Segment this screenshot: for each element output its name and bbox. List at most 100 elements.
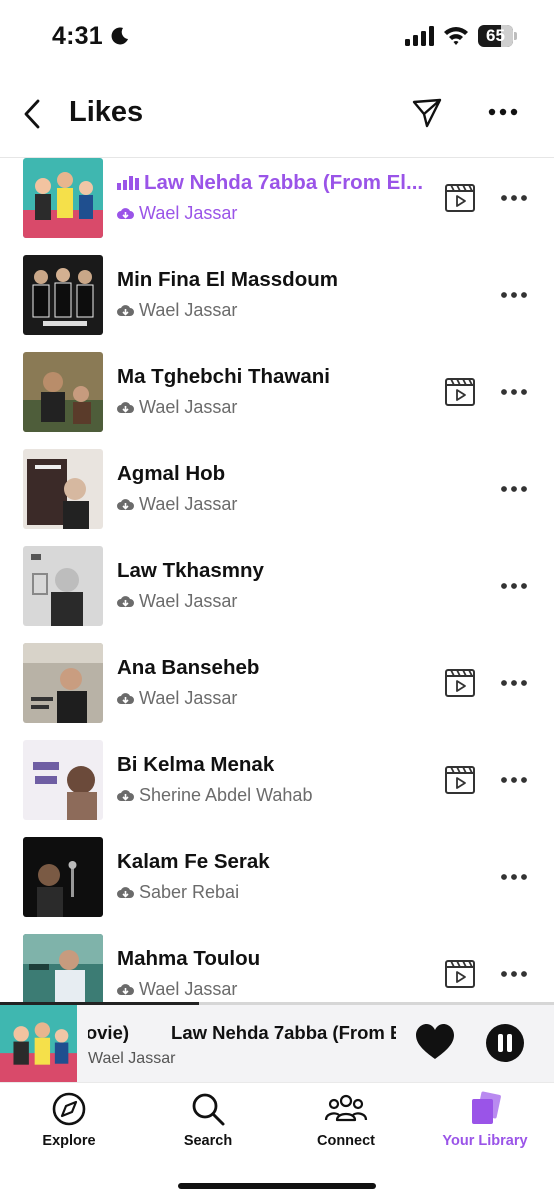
more-icon xyxy=(501,680,527,686)
video-icon xyxy=(445,960,475,988)
track-more-button[interactable] xyxy=(498,285,530,305)
more-icon xyxy=(501,874,527,880)
home-indicator xyxy=(178,1183,376,1189)
track-artist: Sherine Abdel Wahab xyxy=(117,785,312,806)
people-icon xyxy=(324,1094,368,1122)
send-icon xyxy=(412,98,442,128)
track-title: Agmal Hob xyxy=(117,462,225,486)
more-icon xyxy=(501,486,527,492)
track-row[interactable]: Ma Tghebchi Thawani Wael Jassar xyxy=(0,352,554,448)
track-row[interactable]: Law Tkhasmny Wael Jassar xyxy=(0,546,554,642)
music-video-button[interactable] xyxy=(444,376,476,408)
mini-player[interactable]: y Movie)Law Nehda 7abba (From El Wael Ja… xyxy=(0,1002,554,1082)
battery-level: 65 xyxy=(486,26,505,45)
more-options-button[interactable] xyxy=(486,100,520,124)
track-artwork xyxy=(23,934,103,1004)
track-row[interactable]: Law Nehda 7abba (From El... Wael Jassar xyxy=(0,158,554,254)
track-more-button[interactable] xyxy=(498,867,530,887)
video-icon xyxy=(445,378,475,406)
track-title: Ma Tghebchi Thawani xyxy=(117,365,330,389)
track-row[interactable]: Bi Kelma Menak Sherine Abdel Wahab xyxy=(0,740,554,836)
track-title-text: Min Fina El Massdoum xyxy=(117,268,338,291)
track-artist-text: Wael Jassar xyxy=(139,979,238,999)
share-button[interactable] xyxy=(410,96,444,130)
track-artwork xyxy=(23,158,103,238)
track-title-text: Ma Tghebchi Thawani xyxy=(117,365,330,388)
track-title-text: Kalam Fe Serak xyxy=(117,850,270,873)
track-more-button[interactable] xyxy=(498,382,530,402)
track-title: Bi Kelma Menak xyxy=(117,753,274,777)
tab-your-library[interactable]: Your Library xyxy=(425,1091,545,1155)
pause-button[interactable] xyxy=(486,1024,524,1062)
track-title-text: Law Nehda 7abba (From El... xyxy=(144,171,424,194)
track-more-button[interactable] xyxy=(498,576,530,596)
track-title: Kalam Fe Serak xyxy=(117,850,270,874)
track-row[interactable]: Kalam Fe Serak Saber Rebai xyxy=(0,837,554,933)
tab-connect[interactable]: Connect xyxy=(286,1091,406,1155)
more-icon xyxy=(501,389,527,395)
track-artwork xyxy=(23,255,103,335)
status-bar: 4:31 65 xyxy=(0,0,554,74)
tab-explore[interactable]: Explore xyxy=(9,1091,129,1155)
track-artist: Wael Jassar xyxy=(117,397,237,418)
track-more-button[interactable] xyxy=(498,770,530,790)
track-artist-text: Sherine Abdel Wahab xyxy=(139,785,313,805)
track-more-button[interactable] xyxy=(498,673,530,693)
compass-icon xyxy=(52,1092,86,1126)
tab-label: Connect xyxy=(317,1133,375,1149)
track-more-button[interactable] xyxy=(498,479,530,499)
more-icon xyxy=(501,583,527,589)
music-video-button[interactable] xyxy=(444,667,476,699)
track-artist-text: Wael Jassar xyxy=(139,300,238,320)
like-button[interactable] xyxy=(414,1022,456,1062)
track-title: Law Nehda 7abba (From El... xyxy=(117,171,423,195)
track-row[interactable]: Agmal Hob Wael Jassar xyxy=(0,449,554,545)
library-icon xyxy=(472,1091,501,1124)
track-row[interactable]: Mahma Toulou Wael Jassar xyxy=(0,934,554,1004)
track-title-text: Law Tkhasmny xyxy=(117,559,264,582)
track-artist-text: Wael Jassar xyxy=(139,688,238,708)
music-video-button[interactable] xyxy=(444,958,476,990)
music-video-button[interactable] xyxy=(444,182,476,214)
pause-icon xyxy=(486,1024,524,1062)
track-title: Law Tkhasmny xyxy=(117,559,264,583)
playback-progress xyxy=(0,1002,554,1005)
battery-icon: 65 xyxy=(478,25,518,47)
track-artist-text: Saber Rebai xyxy=(139,882,240,902)
track-artist-text: Wael Jassar xyxy=(139,494,238,514)
track-more-button[interactable] xyxy=(498,964,530,984)
track-title-text: Agmal Hob xyxy=(117,462,226,485)
now-playing-icon xyxy=(117,175,139,190)
track-artist: Saber Rebai xyxy=(117,882,239,903)
more-icon xyxy=(501,195,527,201)
track-row[interactable]: Ana Banseheb Wael Jassar xyxy=(0,643,554,739)
signal-icon xyxy=(405,26,434,46)
mini-player-artwork xyxy=(0,1005,77,1082)
track-artist: Wael Jassar xyxy=(117,591,237,612)
video-icon xyxy=(445,766,475,794)
back-button[interactable] xyxy=(18,96,46,132)
track-artist: Wael Jassar xyxy=(117,494,237,515)
track-artist-text: Wael Jassar xyxy=(139,397,238,417)
tab-bar: Explore Search Connect Your Library xyxy=(0,1082,554,1200)
track-artist: Wael Jassar xyxy=(117,979,237,1000)
track-artwork xyxy=(23,352,103,432)
more-icon xyxy=(501,292,527,298)
track-artist-text: Wael Jassar xyxy=(139,203,238,223)
track-row[interactable]: Min Fina El Massdoum Wael Jassar xyxy=(0,255,554,351)
track-artist: Wael Jassar xyxy=(117,203,237,224)
header: Likes xyxy=(0,74,554,158)
tab-label: Search xyxy=(183,1133,233,1149)
video-icon xyxy=(445,669,475,697)
tab-search[interactable]: Search xyxy=(148,1091,268,1155)
tab-label: Explore xyxy=(42,1133,96,1149)
heart-icon xyxy=(416,1024,454,1059)
tab-label: Your Library xyxy=(442,1133,528,1149)
track-title-text: Ana Banseheb xyxy=(117,656,260,679)
page-title: Likes xyxy=(69,96,144,128)
music-video-button[interactable] xyxy=(444,764,476,796)
track-artwork xyxy=(23,449,103,529)
track-more-button[interactable] xyxy=(498,188,530,208)
track-artwork xyxy=(23,546,103,626)
wifi-icon xyxy=(444,27,468,45)
